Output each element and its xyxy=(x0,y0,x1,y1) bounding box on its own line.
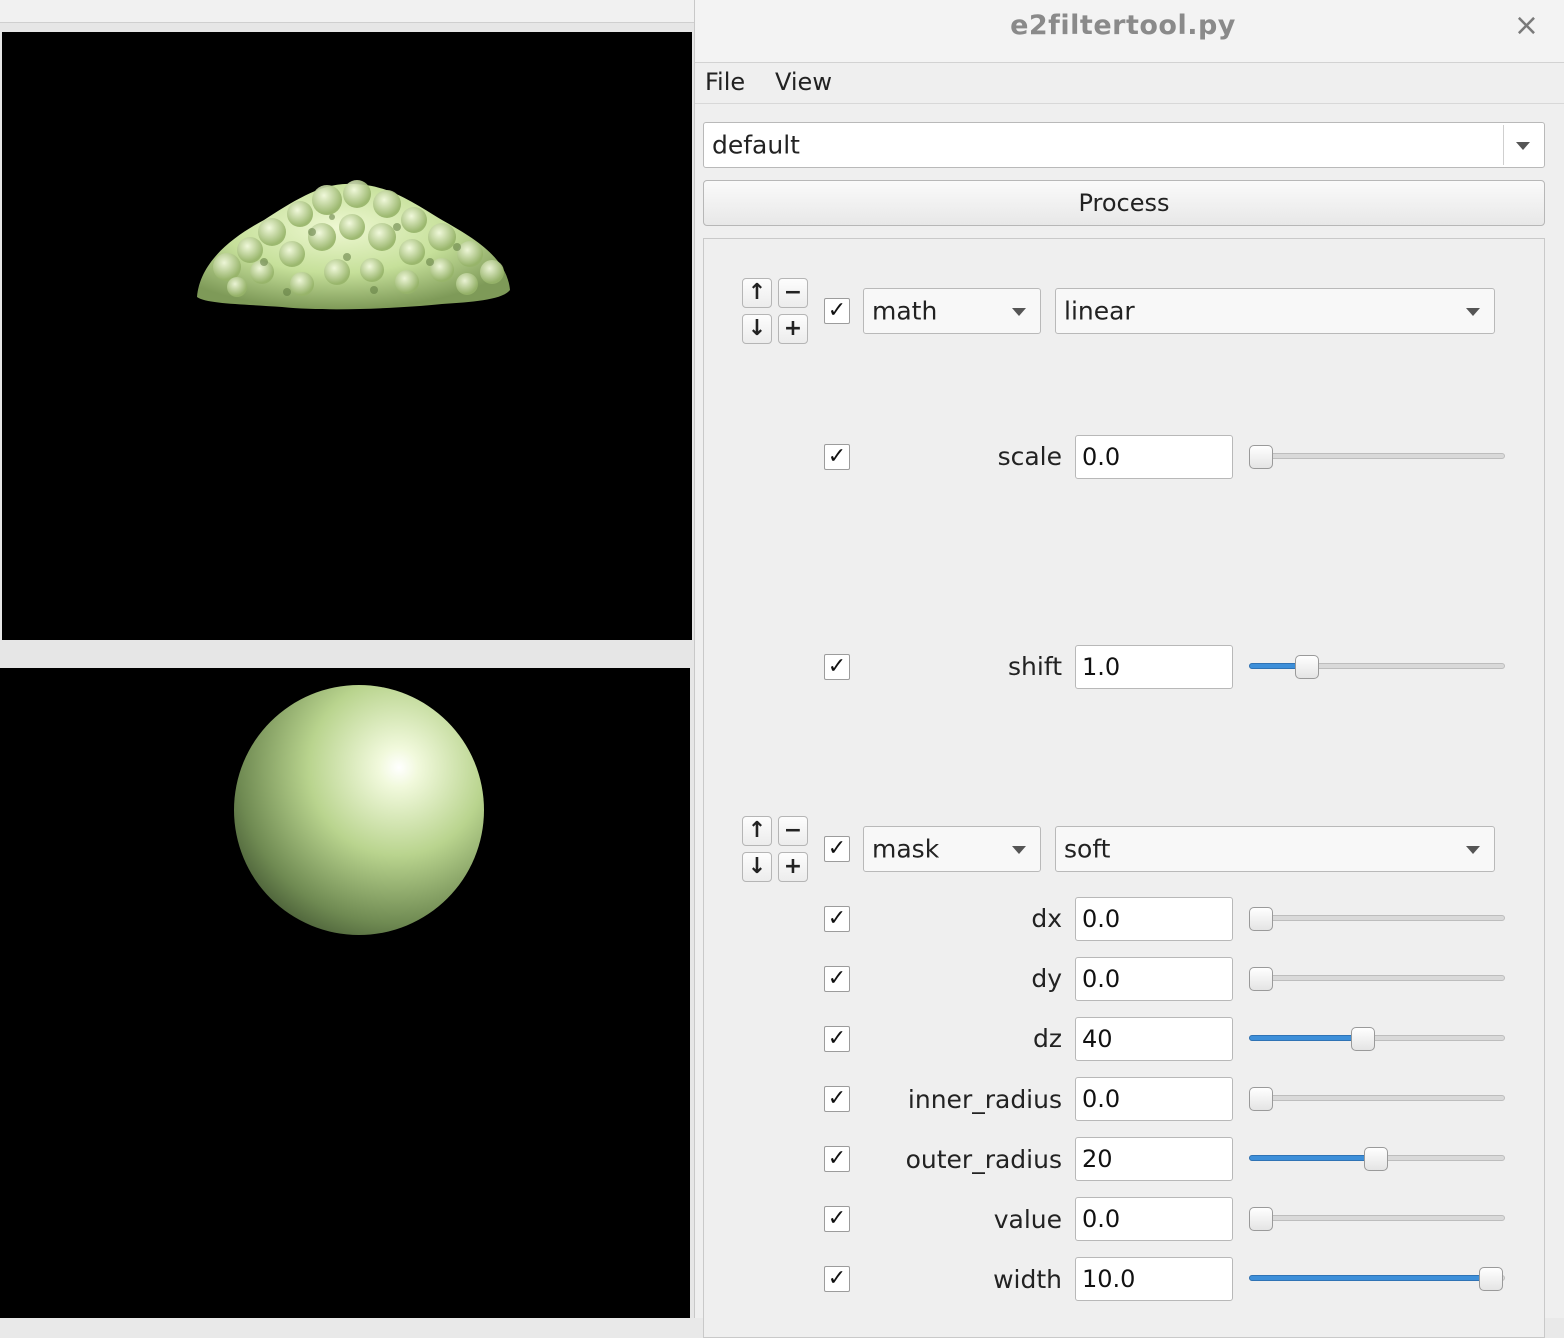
param-slider-value[interactable] xyxy=(1249,1207,1505,1231)
menu-bar: File View xyxy=(695,63,1564,104)
filtered-volume-viewport[interactable] xyxy=(2,32,692,640)
slider-handle[interactable] xyxy=(1249,967,1273,991)
param-label-shift: shift xyxy=(1008,652,1062,681)
param-field-width[interactable] xyxy=(1075,1257,1233,1301)
slider-track xyxy=(1249,453,1505,459)
mask-sphere xyxy=(234,685,484,935)
param-enabled-checkbox[interactable]: ✓ xyxy=(824,1266,850,1292)
slider-track xyxy=(1249,1095,1505,1101)
menu-file[interactable]: File xyxy=(705,68,745,96)
param-slider-outer-radius[interactable] xyxy=(1249,1147,1505,1171)
param-field-inner-radius[interactable] xyxy=(1075,1077,1233,1121)
move-down-button[interactable]: ↓ xyxy=(742,852,772,882)
move-up-button[interactable]: ↑ xyxy=(742,278,772,308)
filter-name-value: soft xyxy=(1064,834,1111,864)
filter-name-select[interactable]: soft xyxy=(1055,826,1495,872)
param-slider-scale[interactable] xyxy=(1249,445,1505,469)
filter-tool-window: e2filtertool.py × File View default Proc… xyxy=(694,0,1564,1338)
param-slider-dy[interactable] xyxy=(1249,967,1505,991)
param-field-scale[interactable] xyxy=(1075,435,1233,479)
move-up-button[interactable]: ↑ xyxy=(742,816,772,846)
param-field-dx[interactable] xyxy=(1075,897,1233,941)
slider-handle[interactable] xyxy=(1351,1027,1375,1051)
param-slider-inner-radius[interactable] xyxy=(1249,1087,1505,1111)
chevron-down-icon xyxy=(1466,846,1480,854)
param-label-inner-radius: inner_radius xyxy=(907,1085,1062,1114)
slider-handle[interactable] xyxy=(1364,1147,1388,1171)
preset-value: default xyxy=(712,130,800,160)
title-bar: e2filtertool.py × xyxy=(695,0,1564,63)
param-slider-shift[interactable] xyxy=(1249,655,1505,679)
combo-separator xyxy=(1503,125,1504,165)
param-field-value[interactable] xyxy=(1075,1197,1233,1241)
slider-fill xyxy=(1249,1275,1493,1281)
param-field-dy[interactable] xyxy=(1075,957,1233,1001)
filter-enabled-checkbox[interactable]: ✓ xyxy=(824,298,850,324)
process-button[interactable]: Process xyxy=(703,180,1545,226)
remove-filter-button[interactable]: − xyxy=(778,816,808,846)
close-icon[interactable]: × xyxy=(1514,8,1539,43)
param-label-width: width xyxy=(993,1265,1062,1294)
param-enabled-checkbox[interactable]: ✓ xyxy=(824,906,850,932)
param-field-outer-radius[interactable] xyxy=(1075,1137,1233,1181)
param-slider-dz[interactable] xyxy=(1249,1027,1505,1051)
viewer-window-strip xyxy=(0,0,694,23)
slider-track xyxy=(1249,915,1505,921)
filter-name-select[interactable]: linear xyxy=(1055,288,1495,334)
filter-name-value: linear xyxy=(1064,296,1135,326)
slider-track xyxy=(1249,1215,1505,1221)
move-down-button[interactable]: ↓ xyxy=(742,314,772,344)
menu-view[interactable]: View xyxy=(775,68,832,96)
param-slider-dx[interactable] xyxy=(1249,907,1505,931)
param-label-value: value xyxy=(993,1205,1062,1234)
param-enabled-checkbox[interactable]: ✓ xyxy=(824,1146,850,1172)
slider-handle[interactable] xyxy=(1249,445,1273,469)
add-filter-button[interactable]: + xyxy=(778,852,808,882)
slider-handle[interactable] xyxy=(1249,1207,1273,1231)
chevron-down-icon xyxy=(1466,308,1480,316)
slider-handle[interactable] xyxy=(1295,655,1319,679)
param-enabled-checkbox[interactable]: ✓ xyxy=(824,1206,850,1232)
add-filter-button[interactable]: + xyxy=(778,314,808,344)
filtered-isosurface xyxy=(197,180,510,310)
slider-fill xyxy=(1249,1155,1377,1161)
filter-enabled-checkbox[interactable]: ✓ xyxy=(824,836,850,862)
param-label-dx: dx xyxy=(1031,904,1062,933)
chevron-down-icon xyxy=(1012,308,1026,316)
filter-category-select[interactable]: mask xyxy=(863,826,1041,872)
param-enabled-checkbox[interactable]: ✓ xyxy=(824,1086,850,1112)
filter-category-value: math xyxy=(872,296,938,326)
param-label-outer-radius: outer_radius xyxy=(905,1145,1062,1174)
param-label-dy: dy xyxy=(1031,964,1062,993)
slider-handle[interactable] xyxy=(1249,1087,1273,1111)
remove-filter-button[interactable]: − xyxy=(778,278,808,308)
mask-volume-viewport[interactable] xyxy=(0,668,690,1318)
param-field-dz[interactable] xyxy=(1075,1017,1233,1061)
chevron-down-icon xyxy=(1012,846,1026,854)
preset-select[interactable]: default xyxy=(703,122,1545,168)
filter-category-select[interactable]: math xyxy=(863,288,1041,334)
slider-handle[interactable] xyxy=(1249,907,1273,931)
slider-track xyxy=(1249,975,1505,981)
param-label-dz: dz xyxy=(1033,1024,1062,1053)
param-enabled-checkbox[interactable]: ✓ xyxy=(824,966,850,992)
slider-fill xyxy=(1249,1035,1365,1041)
chevron-down-icon xyxy=(1516,142,1530,150)
param-field-shift[interactable] xyxy=(1075,645,1233,689)
param-label-scale: scale xyxy=(997,442,1062,471)
param-enabled-checkbox[interactable]: ✓ xyxy=(824,444,850,470)
param-enabled-checkbox[interactable]: ✓ xyxy=(824,654,850,680)
filter-category-value: mask xyxy=(872,834,940,864)
slider-handle[interactable] xyxy=(1479,1267,1503,1291)
window-title: e2filtertool.py xyxy=(1010,10,1236,41)
param-slider-width[interactable] xyxy=(1249,1267,1505,1291)
param-enabled-checkbox[interactable]: ✓ xyxy=(824,1026,850,1052)
